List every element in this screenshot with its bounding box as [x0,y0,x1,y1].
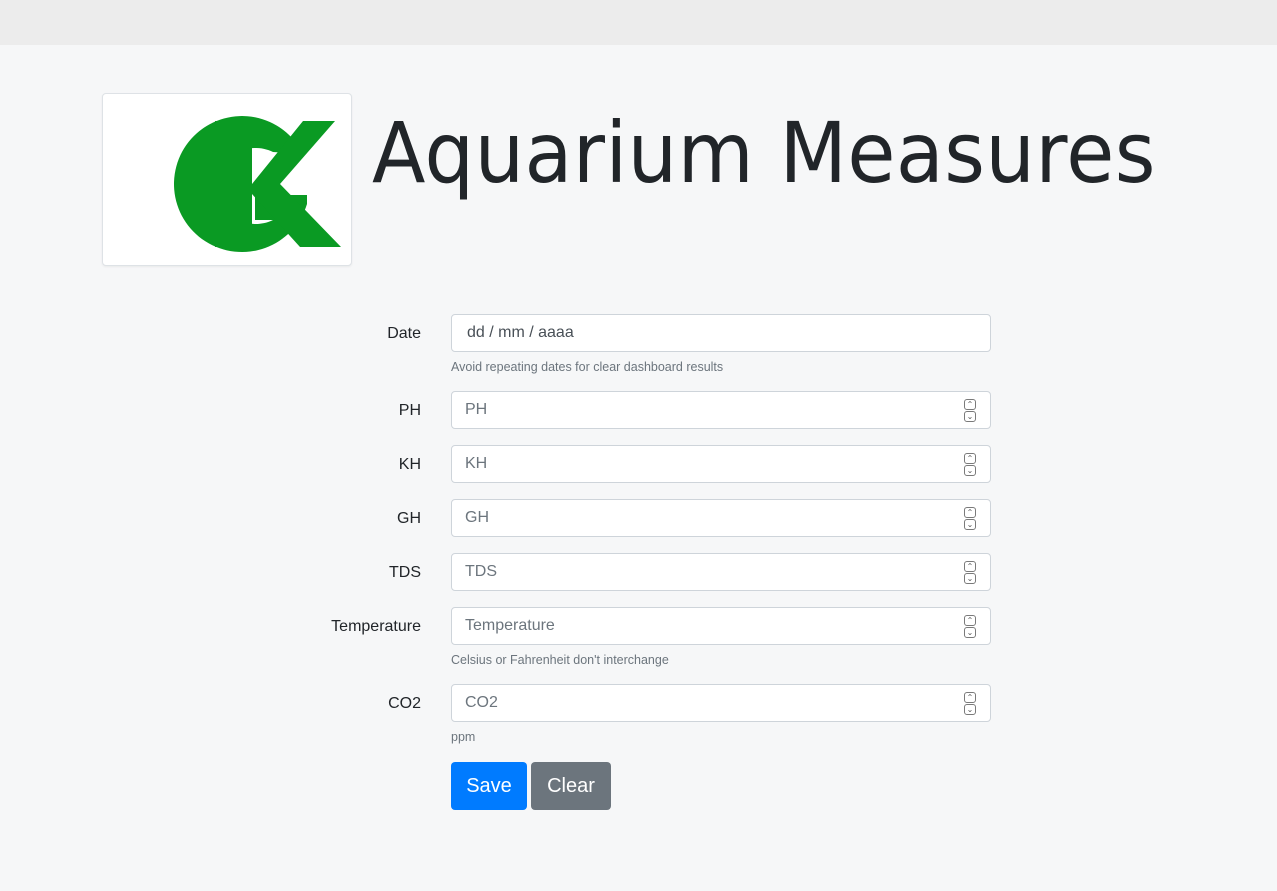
co2-placeholder: CO2 [465,694,498,711]
co2-stepper[interactable]: ⌃ ⌄ [964,692,976,716]
chevron-down-icon[interactable]: ⌄ [964,627,976,638]
temperature-input[interactable]: Temperature ⌃ ⌄ [451,607,991,645]
temperature-label: Temperature [331,618,421,635]
kh-label: KH [398,456,421,473]
chevron-up-icon[interactable]: ⌃ [964,453,976,464]
kh-placeholder: KH [465,455,488,472]
ph-stepper[interactable]: ⌃ ⌄ [964,399,976,423]
co2-label: CO2 [388,695,421,712]
chevron-down-icon[interactable]: ⌄ [964,411,976,422]
chevron-up-icon[interactable]: ⌃ [964,399,976,410]
co2-help-text: ppm [451,730,476,744]
gk-logo-icon [173,116,341,253]
top-navbar [0,0,1277,45]
chevron-up-icon[interactable]: ⌃ [964,692,976,703]
date-label: Date [387,325,421,342]
chevron-down-icon[interactable]: ⌄ [964,573,976,584]
save-button[interactable]: Save [451,762,527,810]
tds-label: TDS [389,564,421,581]
date-input-value: dd / mm / aaaa [467,324,574,341]
gh-placeholder: GH [465,509,489,526]
chevron-up-icon[interactable]: ⌃ [964,561,976,572]
logo [102,93,352,266]
chevron-up-icon[interactable]: ⌃ [964,615,976,626]
ph-label: PH [398,402,421,419]
chevron-down-icon[interactable]: ⌄ [964,704,976,715]
tds-stepper[interactable]: ⌃ ⌄ [964,561,976,585]
temperature-help-text: Celsius or Fahrenheit don't interchange [451,653,669,667]
chevron-down-icon[interactable]: ⌄ [964,519,976,530]
clear-button[interactable]: Clear [531,762,611,810]
chevron-up-icon[interactable]: ⌃ [964,507,976,518]
page-title: Aquarium Measures [372,104,1156,202]
temperature-placeholder: Temperature [465,617,555,634]
co2-input[interactable]: CO2 ⌃ ⌄ [451,684,991,722]
gh-input[interactable]: GH ⌃ ⌄ [451,499,991,537]
tds-placeholder: TDS [465,563,497,580]
temperature-stepper[interactable]: ⌃ ⌄ [964,615,976,639]
tds-input[interactable]: TDS ⌃ ⌄ [451,553,991,591]
ph-input[interactable]: PH ⌃ ⌄ [451,391,991,429]
chevron-down-icon[interactable]: ⌄ [964,465,976,476]
ph-placeholder: PH [465,401,488,418]
kh-input[interactable]: KH ⌃ ⌄ [451,445,991,483]
date-input[interactable]: dd / mm / aaaa [451,314,991,352]
date-help-text: Avoid repeating dates for clear dashboar… [451,360,724,374]
gh-label: GH [397,510,421,527]
kh-stepper[interactable]: ⌃ ⌄ [964,453,976,477]
gh-stepper[interactable]: ⌃ ⌄ [964,507,976,531]
